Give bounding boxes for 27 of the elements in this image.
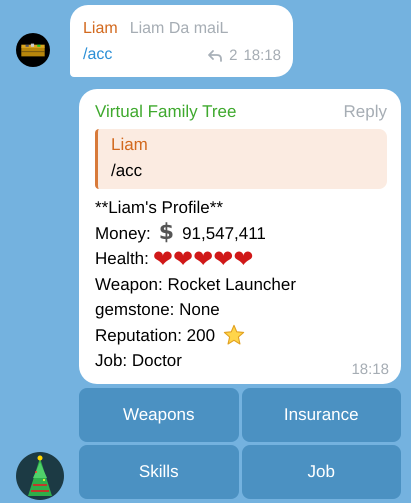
star-icon — [223, 324, 246, 346]
quote-sender: Liam — [111, 135, 149, 155]
reply-arrow-icon[interactable] — [207, 48, 224, 62]
keyboard-button[interactable]: Skills — [79, 444, 238, 498]
keyboard-button[interactable]: Job — [242, 444, 401, 498]
money-value: 91,547,411 — [182, 222, 266, 244]
dollar-icon: $ — [158, 222, 174, 244]
keyboard-button[interactable]: Insurance — [242, 388, 401, 442]
message-time: 18:18 — [243, 47, 281, 64]
message-line: Weapon: Rocket Launcher — [95, 274, 296, 296]
quote-text: /acc — [111, 161, 144, 181]
sender-name: Liam — [83, 20, 118, 38]
keyboard-button[interactable]: Weapons — [79, 388, 238, 442]
message-line: gemstone: None — [95, 299, 220, 321]
message-line: Job: Doctor — [95, 350, 182, 372]
sender-name: Virtual Family Tree — [95, 102, 236, 122]
message-line: Reputation: 200 — [95, 324, 216, 346]
reply-link[interactable]: Reply — [344, 102, 387, 122]
sender-signature: Liam Da maiL — [130, 20, 228, 38]
hearts-icon: ❤❤❤❤❤ — [152, 246, 254, 271]
reply-count: 2 — [229, 47, 238, 64]
message-line: **Liam's Profile** — [95, 197, 223, 219]
message-line: Health: — [95, 248, 149, 270]
message-line: Money: — [95, 222, 151, 244]
quoted-message[interactable]: Liam /acc — [95, 129, 387, 189]
command-link[interactable]: /acc — [83, 46, 112, 64]
message-time: 18:18 — [351, 360, 389, 378]
